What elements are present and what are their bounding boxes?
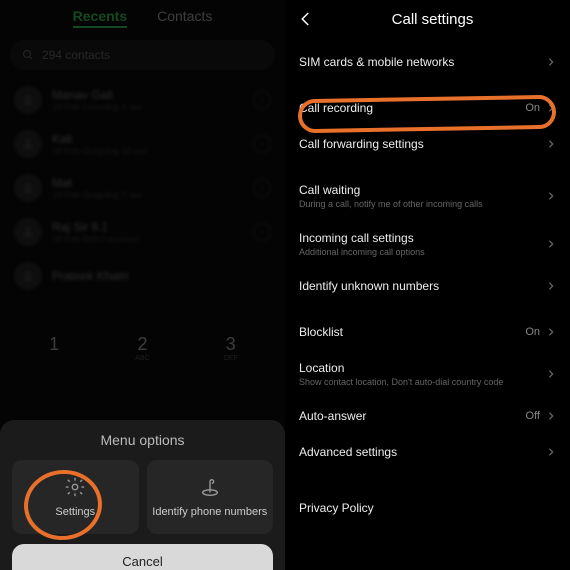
search-icon [22, 49, 34, 61]
avatar [14, 174, 42, 202]
s-label: Call waiting [299, 183, 546, 197]
info-icon[interactable]: › [253, 135, 271, 153]
s-label: Blocklist [299, 325, 525, 339]
item-advanced[interactable]: Advanced settings [299, 434, 556, 470]
chevron-right-icon [546, 239, 556, 249]
sheet-title: Menu options [8, 432, 277, 448]
item-location[interactable]: Location Show contact location, Don't aut… [299, 350, 556, 398]
list-item[interactable]: Raj Sir 9.118 Feb Didn't connect › [0, 210, 285, 254]
gear-icon [64, 476, 86, 498]
call-sub: 18 Feb Incoming 4 sec [52, 102, 243, 112]
call-name: Kali [52, 132, 243, 146]
item-auto-answer[interactable]: Auto-answer Off [299, 398, 556, 434]
call-sub: 18 Feb Didn't connect [52, 234, 243, 244]
chevron-right-icon [546, 369, 556, 379]
search-input[interactable]: 294 contacts [10, 40, 275, 70]
tab-bar: Recents Contacts [0, 0, 285, 32]
avatar [14, 86, 42, 114]
tab-recents[interactable]: Recents [73, 8, 127, 28]
list-item[interactable]: Prateek Khatri [0, 254, 285, 298]
item-call-waiting[interactable]: Call waiting During a call, notify me of … [299, 172, 556, 220]
chevron-right-icon [546, 139, 556, 149]
chevron-right-icon [546, 327, 556, 337]
tab-contacts[interactable]: Contacts [157, 8, 212, 28]
chevron-right-icon [546, 281, 556, 291]
list-item[interactable]: Mat18 Feb Outgoing 7 sec › [0, 166, 285, 210]
s-value: On [525, 102, 540, 114]
chevron-right-icon [546, 191, 556, 201]
info-icon[interactable]: › [253, 91, 271, 109]
call-list: Manav Gali18 Feb Incoming 4 sec › Kali18… [0, 78, 285, 298]
avatar [14, 218, 42, 246]
cancel-button[interactable]: Cancel [12, 544, 273, 570]
menu-sheet: Menu options Settings Identify phone num… [0, 420, 285, 570]
chevron-right-icon [546, 447, 556, 457]
s-value: On [525, 326, 540, 338]
dial-key-1[interactable]: 1 [24, 334, 84, 362]
page-title: Call settings [307, 11, 558, 28]
item-privacy-policy[interactable]: Privacy Policy [299, 490, 556, 526]
s-label: Advanced settings [299, 445, 546, 459]
avatar [14, 130, 42, 158]
chevron-right-icon [546, 103, 556, 113]
avatar [14, 262, 42, 290]
menu-identify[interactable]: Identify phone numbers [147, 460, 274, 534]
s-value: Off [526, 410, 540, 422]
menu-settings-label: Settings [55, 506, 95, 518]
recents-pane: Recents Contacts 294 contacts Manav Gali… [0, 0, 285, 570]
header: Call settings [285, 0, 570, 44]
call-name: Raj Sir 9.1 [52, 220, 243, 234]
call-name: Manav Gali [52, 88, 243, 102]
call-name: Prateek Khatri [52, 269, 271, 283]
chevron-right-icon [546, 411, 556, 421]
menu-settings[interactable]: Settings [12, 460, 139, 534]
list-item[interactable]: Kali18 Feb Outgoing 13 sec › [0, 122, 285, 166]
menu-identify-label: Identify phone numbers [152, 506, 267, 518]
list-item[interactable]: Manav Gali18 Feb Incoming 4 sec › [0, 78, 285, 122]
s-label: Call recording [299, 101, 525, 115]
call-settings-pane: Call settings SIM cards & mobile network… [285, 0, 570, 570]
chevron-right-icon [546, 57, 556, 67]
s-sub: Additional incoming call options [299, 247, 546, 257]
item-blocklist[interactable]: Blocklist On [299, 314, 556, 350]
item-sim-cards[interactable]: SIM cards & mobile networks [299, 44, 556, 80]
s-label: Location [299, 361, 546, 375]
identify-icon [199, 476, 221, 498]
info-icon[interactable]: › [253, 223, 271, 241]
s-label: Incoming call settings [299, 231, 546, 245]
s-label: Call forwarding settings [299, 137, 546, 151]
s-label: Identify unknown numbers [299, 279, 546, 293]
call-name: Mat [52, 176, 243, 190]
search-placeholder: 294 contacts [42, 48, 110, 62]
item-call-recording[interactable]: Call recording On [299, 90, 556, 126]
settings-list: SIM cards & mobile networks Call recordi… [285, 44, 570, 526]
dialpad-row: 1 2ABC 3DEF [0, 326, 285, 370]
item-identify-unknown[interactable]: Identify unknown numbers [299, 268, 556, 304]
s-label: Privacy Policy [299, 501, 556, 515]
call-sub: 18 Feb Outgoing 13 sec [52, 146, 243, 156]
item-incoming-call[interactable]: Incoming call settings Additional incomin… [299, 220, 556, 268]
dial-key-3[interactable]: 3DEF [201, 334, 261, 362]
s-sub: Show contact location, Don't auto-dial c… [299, 377, 546, 387]
item-call-forwarding[interactable]: Call forwarding settings [299, 126, 556, 162]
s-sub: During a call, notify me of other incomi… [299, 199, 546, 209]
s-label: Auto-answer [299, 409, 526, 423]
call-sub: 18 Feb Outgoing 7 sec [52, 190, 243, 200]
dial-key-2[interactable]: 2ABC [112, 334, 172, 362]
s-label: SIM cards & mobile networks [299, 55, 546, 69]
info-icon[interactable]: › [253, 179, 271, 197]
